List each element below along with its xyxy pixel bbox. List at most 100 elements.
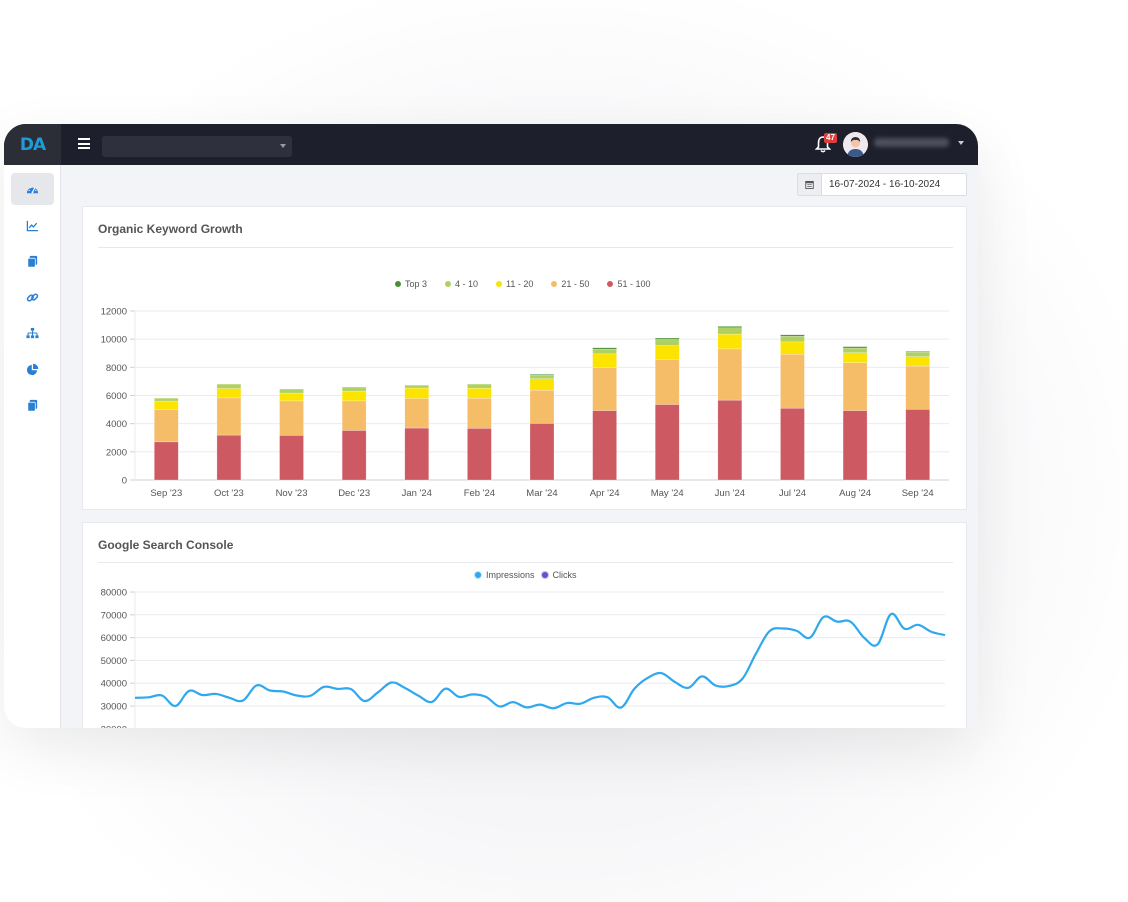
logo-container[interactable]: DA bbox=[4, 124, 61, 165]
bar-segment-4-10[interactable] bbox=[467, 383, 492, 389]
bar-segment-11-20[interactable] bbox=[404, 387, 430, 399]
bar-segment-top-3[interactable] bbox=[905, 351, 930, 353]
bar-segment-21-50[interactable] bbox=[592, 367, 617, 411]
y-tick-label: 20000 bbox=[101, 724, 127, 728]
bar-segment-11-20[interactable] bbox=[654, 345, 680, 360]
y-tick-label: 80000 bbox=[101, 588, 127, 599]
bar-segment-4-10[interactable] bbox=[780, 335, 805, 343]
bar-segment-51-100[interactable] bbox=[216, 434, 242, 481]
bar-segment-11-20[interactable] bbox=[154, 400, 179, 410]
copy-pages-icon bbox=[27, 255, 38, 267]
bar-segment-11-20[interactable] bbox=[341, 390, 367, 402]
x-tick-label: Jul '24 bbox=[779, 488, 806, 499]
bar-segment-21-50[interactable] bbox=[842, 362, 868, 411]
bar-segment-21-50[interactable] bbox=[404, 398, 430, 429]
y-tick-label: 6000 bbox=[106, 391, 127, 402]
sidebar bbox=[4, 165, 61, 728]
bar-segment-11-20[interactable] bbox=[905, 356, 930, 367]
app-window: DA 47 Hemant Koushal bbox=[4, 124, 978, 728]
bar-segment-4-10[interactable] bbox=[404, 384, 430, 389]
bar-segment-21-50[interactable] bbox=[279, 400, 304, 436]
bar-segment-11-20[interactable] bbox=[780, 341, 805, 355]
sidebar-item-documents[interactable] bbox=[11, 389, 54, 421]
bar-segment-51-100[interactable] bbox=[404, 427, 430, 481]
bar-segment-21-50[interactable] bbox=[529, 389, 555, 424]
user-name[interactable]: Hemant Koushal bbox=[874, 138, 949, 147]
bar-segment-4-10[interactable] bbox=[216, 383, 242, 389]
bar-segment-51-100[interactable] bbox=[780, 407, 805, 481]
search-console-chart: 20000 30000 40000 50000 60000 70000 80000 bbox=[101, 588, 946, 728]
bar-segment-4-10[interactable] bbox=[529, 374, 555, 379]
bar-segment-4-10[interactable] bbox=[654, 339, 680, 346]
bar-segment-21-50[interactable] bbox=[154, 409, 179, 443]
bar-segment-21-50[interactable] bbox=[216, 397, 242, 436]
sidebar-item-sitemap[interactable] bbox=[11, 317, 54, 349]
notification-badge: 47 bbox=[824, 133, 837, 143]
bar-segment-top-3[interactable] bbox=[780, 334, 805, 337]
bar-segment-51-100[interactable] bbox=[905, 409, 930, 481]
site-selector-dropdown[interactable] bbox=[102, 136, 292, 157]
bar-segment-51-100[interactable] bbox=[341, 430, 367, 481]
bar-segment-4-10[interactable] bbox=[279, 388, 304, 394]
y-tick-label: 60000 bbox=[101, 633, 127, 644]
x-tick-label: Jun '24 bbox=[715, 488, 745, 499]
bar-segment-4-10[interactable] bbox=[717, 327, 743, 335]
y-tick-label: 2000 bbox=[106, 447, 127, 458]
bar-segment-4-10[interactable] bbox=[154, 397, 179, 402]
date-range-value: 16-07-2024 - 16-10-2024 bbox=[829, 179, 941, 190]
bar-segment-11-20[interactable] bbox=[467, 387, 492, 399]
y-tick-label: 4000 bbox=[106, 419, 127, 430]
bar-segment-top-3[interactable] bbox=[654, 337, 680, 340]
bar-segment-51-100[interactable] bbox=[842, 410, 868, 481]
link-icon bbox=[26, 292, 39, 302]
x-tick-label: Apr '24 bbox=[590, 488, 620, 499]
y-tick-label: 8000 bbox=[106, 363, 127, 374]
bar-segment-11-20[interactable] bbox=[717, 333, 743, 350]
bar-segment-11-20[interactable] bbox=[529, 378, 555, 391]
bar-segment-21-50[interactable] bbox=[341, 400, 367, 431]
bar-segment-51-100[interactable] bbox=[654, 404, 680, 481]
bar-segment-51-100[interactable] bbox=[592, 410, 617, 481]
avatar[interactable] bbox=[843, 132, 868, 157]
bar-segment-51-100[interactable] bbox=[529, 423, 555, 481]
pie-chart-icon bbox=[26, 363, 39, 375]
bar-segment-51-100[interactable] bbox=[717, 399, 743, 481]
sidebar-item-dashboard[interactable] bbox=[11, 173, 54, 205]
sitemap-icon bbox=[26, 327, 39, 338]
date-range-picker[interactable]: 16-07-2024 - 16-10-2024 bbox=[797, 173, 967, 196]
keyword-growth-card: Organic Keyword Growth Top 34 - 10 11 - 2… bbox=[82, 206, 967, 510]
bar-segment-21-50[interactable] bbox=[467, 397, 492, 429]
bar-segment-51-100[interactable] bbox=[467, 428, 492, 481]
bar-segment-21-50[interactable] bbox=[717, 348, 743, 401]
user-menu-chevron-icon[interactable] bbox=[958, 141, 964, 145]
sidebar-item-pages[interactable] bbox=[11, 245, 54, 277]
x-tick-label: Mar '24 bbox=[526, 488, 557, 499]
bar-segment-21-50[interactable] bbox=[905, 365, 930, 410]
bar-segment-51-100[interactable] bbox=[279, 435, 304, 481]
bar-segment-51-100[interactable] bbox=[154, 441, 179, 481]
bar-segment-11-20[interactable] bbox=[279, 392, 304, 402]
y-tick-label: 40000 bbox=[101, 679, 127, 690]
bar-segment-top-3[interactable] bbox=[592, 347, 617, 350]
bar-segment-21-50[interactable] bbox=[654, 359, 680, 405]
y-tick-label: 70000 bbox=[101, 610, 127, 621]
bar-segment-4-10[interactable] bbox=[905, 352, 930, 357]
y-tick-label: 10000 bbox=[101, 335, 127, 346]
bar-segment-11-20[interactable] bbox=[842, 352, 868, 363]
sidebar-item-analytics[interactable] bbox=[11, 209, 54, 241]
copy-pages-icon bbox=[27, 399, 38, 411]
app-logo: DA bbox=[19, 134, 46, 155]
sidebar-item-backlinks[interactable] bbox=[11, 281, 54, 313]
sidebar-item-reports[interactable] bbox=[11, 353, 54, 385]
bar-segment-21-50[interactable] bbox=[780, 353, 805, 409]
series-line-impressions[interactable] bbox=[134, 612, 946, 710]
bar-segment-top-3[interactable] bbox=[529, 373, 555, 376]
bar-segment-top-3[interactable] bbox=[842, 346, 868, 349]
bar-segment-4-10[interactable] bbox=[842, 347, 868, 353]
menu-toggle-icon[interactable] bbox=[78, 138, 90, 149]
bar-segment-4-10[interactable] bbox=[341, 386, 367, 392]
bar-segment-11-20[interactable] bbox=[216, 388, 242, 399]
bar-segment-top-3[interactable] bbox=[717, 326, 743, 329]
bar-segment-11-20[interactable] bbox=[592, 353, 617, 368]
bar-segment-4-10[interactable] bbox=[592, 348, 617, 355]
